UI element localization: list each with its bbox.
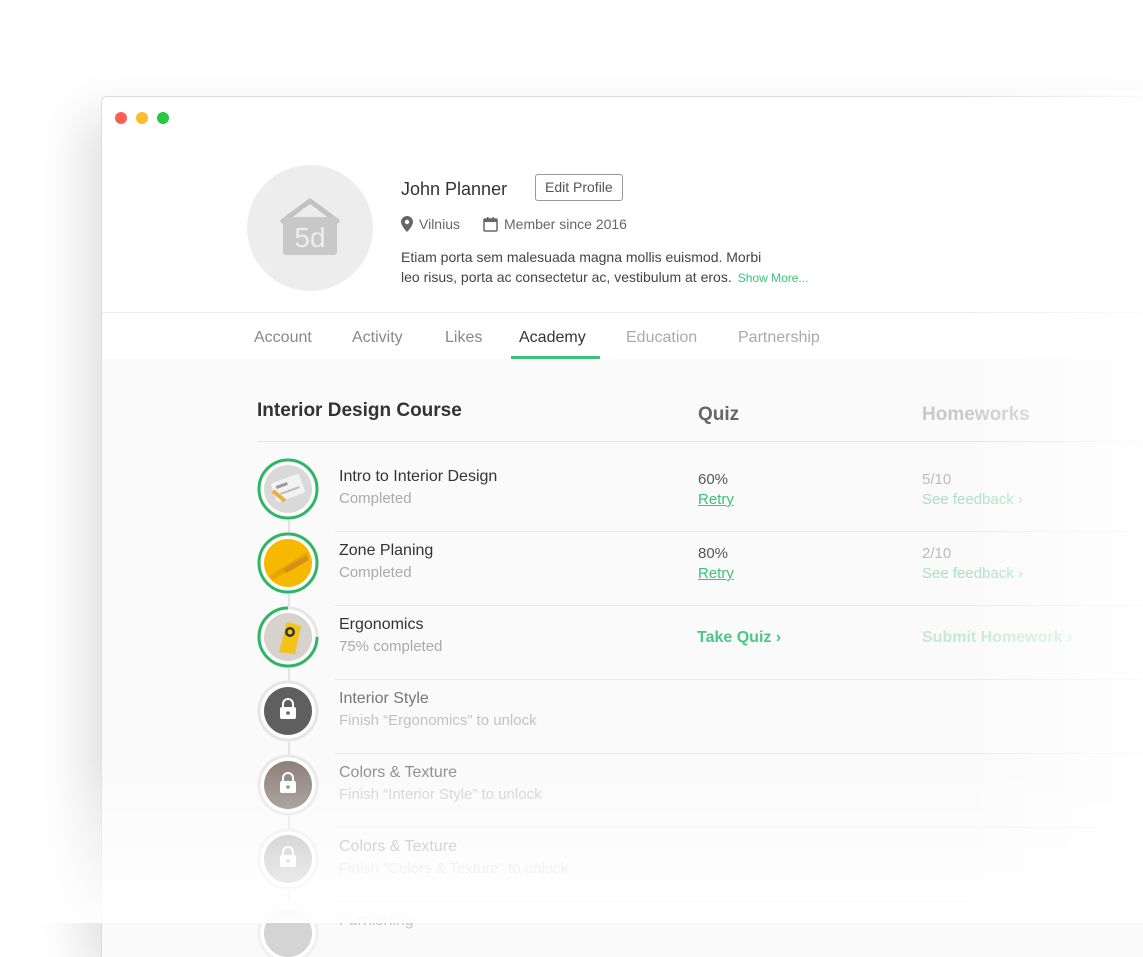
lesson-status: Completed <box>339 564 412 581</box>
calendar-icon <box>483 216 498 232</box>
lesson-thumbnail <box>257 458 319 520</box>
lesson-row: Colors & Texture Finish “Interior Style”… <box>257 754 1143 828</box>
avatar: 5d <box>247 165 373 291</box>
maximize-window-button[interactable] <box>157 112 169 124</box>
lesson-thumbnail <box>257 680 319 742</box>
homework-score: 5/10 <box>922 471 952 488</box>
tab-likes[interactable]: Likes <box>445 329 482 347</box>
lesson-row: Colors & Texture Finish “Colors & Textur… <box>257 828 1143 902</box>
logo-text: 5d <box>294 222 325 253</box>
tab-partnership[interactable]: Partnership <box>738 329 820 347</box>
retry-quiz-link[interactable]: Retry <box>698 491 734 508</box>
member-since-text: Member since 2016 <box>504 216 627 232</box>
lesson-status: Finish “Colors & Texture” to unlock <box>339 860 568 877</box>
edit-profile-button[interactable]: Edit Profile <box>535 174 623 201</box>
lock-icon <box>280 698 296 719</box>
tab-bar: Account Activity Likes Academy Education… <box>102 312 1143 361</box>
minimize-window-button[interactable] <box>136 112 148 124</box>
show-more-link[interactable]: Show More... <box>738 271 809 285</box>
lesson-status: Finish “Interior Style” to unlock <box>339 786 542 803</box>
lesson-title: Intro to Interior Design <box>339 468 498 485</box>
lesson-status: 75% completed <box>339 638 443 655</box>
lesson-thumbnail <box>257 532 319 594</box>
lock-icon <box>280 846 296 867</box>
tab-education[interactable]: Education <box>626 329 697 347</box>
quiz-score: 60% <box>698 471 729 488</box>
homework-score: 2/10 <box>922 545 952 562</box>
submit-homework-button[interactable]: Submit Homework › <box>922 629 1072 647</box>
progress-ring-icon <box>257 458 319 520</box>
location: Vilnius <box>401 216 460 232</box>
lesson-title: Interior Style <box>339 690 429 707</box>
bio-line-1: Etiam porta sem malesuada magna mollis e… <box>401 249 762 265</box>
quiz-score: 80% <box>698 545 729 562</box>
location-pin-icon <box>401 216 413 232</box>
lesson-thumbnail <box>257 754 319 816</box>
academy-panel: Interior Design Course Quiz Homeworks In… <box>102 359 1143 957</box>
lesson-thumbnail <box>257 606 319 668</box>
lesson-thumbnail <box>257 828 319 890</box>
see-feedback-link[interactable]: See feedback › <box>922 565 1023 582</box>
tab-activity[interactable]: Activity <box>352 329 403 347</box>
lesson-row[interactable]: Zone Planing Completed 80% Retry 2/10 Se… <box>257 532 1143 606</box>
bio-line-2: leo risus, porta ac consectetur ac, vest… <box>401 269 809 285</box>
retry-quiz-link[interactable]: Retry <box>698 565 734 582</box>
progress-ring-icon <box>257 606 319 668</box>
lesson-status: Completed <box>339 490 412 507</box>
course-title: Interior Design Course <box>257 400 462 421</box>
quiz-column-header: Quiz <box>698 404 740 425</box>
lesson-row[interactable]: Ergonomics 75% completed Take Quiz › Sub… <box>257 606 1143 680</box>
lesson-row[interactable]: Intro to Interior Design Completed 60% R… <box>257 458 1143 532</box>
lesson-title: Colors & Texture <box>339 764 457 781</box>
see-feedback-link[interactable]: See feedback › <box>922 491 1023 508</box>
lesson-title: Zone Planing <box>339 542 434 559</box>
lesson-title: Colors & Texture <box>339 838 457 855</box>
lesson-title: Ergonomics <box>339 616 424 633</box>
take-quiz-button[interactable]: Take Quiz › <box>697 629 781 647</box>
tab-academy[interactable]: Academy <box>519 329 586 347</box>
app-window: 5d John Planner Edit Profile Vilnius Mem… <box>101 96 1143 957</box>
lesson-row: Furnishing <box>257 902 1143 957</box>
member-since: Member since 2016 <box>483 216 627 232</box>
profile-bio: Etiam porta sem malesuada magna mollis e… <box>401 247 861 288</box>
titlebar <box>102 97 1143 139</box>
lock-icon <box>280 772 296 793</box>
lesson-status: Finish “Ergonomics” to unlock <box>339 712 537 729</box>
lesson-row: Interior Style Finish “Ergonomics” to un… <box>257 680 1143 754</box>
lesson-thumbnail <box>257 902 319 957</box>
homework-column-header: Homeworks <box>922 404 1030 425</box>
logo-icon: 5d <box>280 198 340 255</box>
progress-ring-icon <box>257 532 319 594</box>
lesson-title: Furnishing <box>339 912 414 929</box>
tab-account[interactable]: Account <box>254 329 312 347</box>
header-divider <box>257 441 1143 442</box>
location-text: Vilnius <box>419 216 460 232</box>
close-window-button[interactable] <box>115 112 127 124</box>
profile-name: John Planner <box>401 179 508 199</box>
